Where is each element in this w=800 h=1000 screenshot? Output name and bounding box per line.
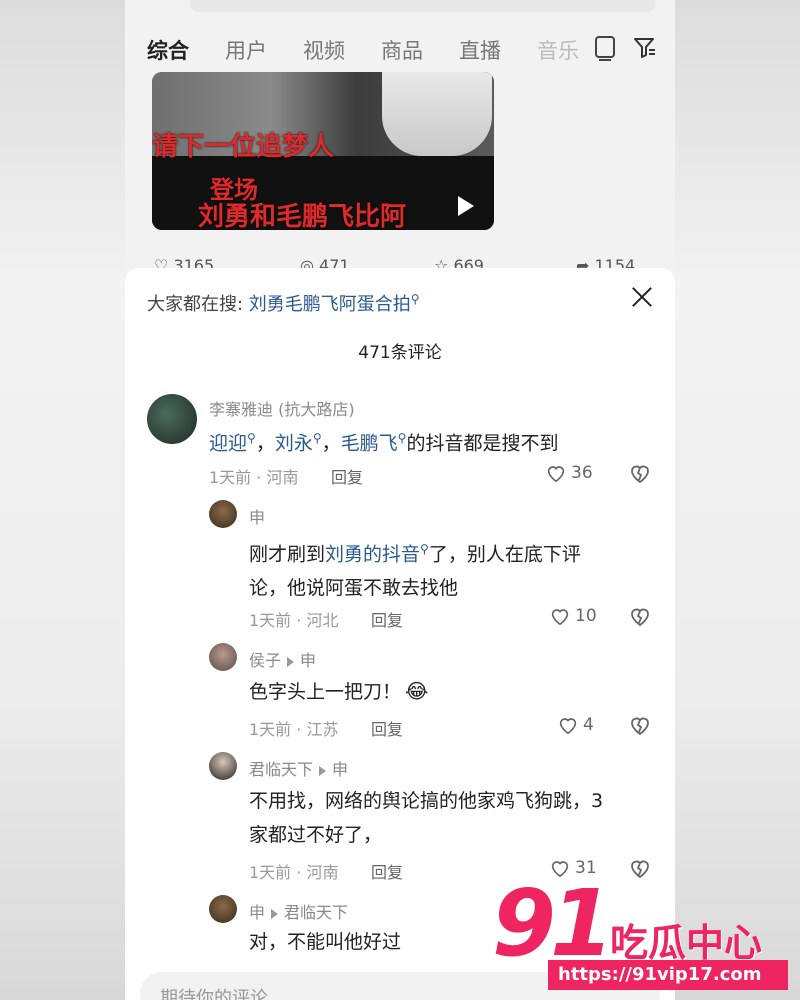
comment-text: 不用找，网络的舆论搞的他家鸡飞狗跳，3 家都过不好了， <box>249 790 604 846</box>
video-person <box>382 72 492 156</box>
mention-link[interactable]: 迎迎 <box>209 432 247 454</box>
watermark-title: 吃瓜中心 <box>610 921 763 965</box>
reply-arrow-icon <box>287 656 295 667</box>
laughing-emoji-icon: 😂 <box>405 679 429 703</box>
heart-icon <box>547 466 565 483</box>
comment-count: 471条评论 <box>358 343 442 363</box>
tab-users[interactable]: 用户 <box>225 35 267 65</box>
broken-heart-icon[interactable] <box>628 461 652 485</box>
comment-meta: 1天前 · 河南 <box>249 863 339 882</box>
comment-meta: 1天前 · 江苏 <box>249 720 339 739</box>
comment-text: 色字头上一把刀！ 😂 <box>249 679 429 703</box>
comment-input-placeholder: 期待你的评论 <box>160 988 268 1000</box>
play-icon <box>458 196 474 216</box>
trending-prefix: 大家都在搜: <box>147 294 249 315</box>
tab-comprehensive[interactable]: 综合 <box>147 35 189 77</box>
comment-text: 迎迎⚲，刘永⚲，毛鹏飞⚲的抖音都是搜不到 <box>209 431 559 455</box>
comment-username[interactable]: 申 <box>249 504 265 528</box>
mention-link[interactable]: 刘勇的抖音 <box>325 543 420 565</box>
avatar[interactable] <box>209 752 237 780</box>
like-button[interactable]: 4 <box>557 714 594 736</box>
search-bar[interactable] <box>190 0 655 12</box>
watermark-url: https://91vip17.com <box>548 960 788 990</box>
tab-live[interactable]: 直播 <box>459 35 501 65</box>
filter-icon[interactable] <box>633 36 657 60</box>
trending-link[interactable]: 刘勇毛鹏飞阿蛋合拍 <box>249 294 411 315</box>
comment-username[interactable]: 申君临天下 <box>249 899 348 923</box>
search-icon: ⚲ <box>410 292 420 306</box>
mention-link[interactable]: 毛鹏飞 <box>341 432 398 454</box>
reply-arrow-icon <box>319 765 327 776</box>
video-caption-line3: 刘勇和毛鹏飞比阿 <box>198 202 407 230</box>
like-button[interactable]: 10 <box>549 605 597 627</box>
tab-products[interactable]: 商品 <box>381 35 423 65</box>
heart-icon <box>551 609 569 626</box>
tab-videos[interactable]: 视频 <box>303 35 345 65</box>
video-caption-line1: 请下一位追梦人 <box>152 132 335 162</box>
reply-button[interactable]: 回复 <box>331 464 363 488</box>
comment-username[interactable]: 君临天下申 <box>249 756 348 780</box>
reply-arrow-icon <box>271 908 279 919</box>
video-thumbnail[interactable]: 请下一位追梦人 登场 刘勇和毛鹏飞比阿 <box>152 72 494 230</box>
like-count: 10 <box>575 606 597 626</box>
comment-meta: 1天前 · 河南 <box>209 468 299 487</box>
trending-search[interactable]: 大家都在搜: 刘勇毛鹏飞阿蛋合拍⚲ <box>147 290 420 316</box>
comment-username[interactable]: 侯子申 <box>249 647 316 671</box>
watermark-logo: 91 吃瓜中心 https://91vip17.com <box>492 878 800 1000</box>
comment-username[interactable]: 李寨雅迪 (抗大路店) <box>209 396 355 420</box>
like-count: 36 <box>571 463 593 483</box>
like-count: 4 <box>583 715 594 735</box>
avatar[interactable] <box>209 895 237 923</box>
avatar[interactable] <box>147 394 197 444</box>
search-tabs: 综合 用户 视频 商品 直播 音乐 <box>125 28 675 77</box>
like-button[interactable]: 36 <box>545 462 593 484</box>
reply-button[interactable]: 回复 <box>371 607 403 631</box>
search-icon: ⚲ <box>312 431 322 445</box>
watermark-number: 91 <box>492 870 614 977</box>
reply-button[interactable]: 回复 <box>371 859 403 883</box>
avatar[interactable] <box>209 500 237 528</box>
broken-heart-icon[interactable] <box>628 604 652 628</box>
mention-link[interactable]: 刘永 <box>275 432 313 454</box>
comment-text: 刚才刷到刘勇的抖音⚲了，别人在底下评 论，他说阿蛋不敢去找他 <box>249 542 581 600</box>
search-icon: ⚲ <box>247 431 256 445</box>
avatar[interactable] <box>209 643 237 671</box>
search-icon: ⚲ <box>420 542 429 556</box>
broken-heart-icon[interactable] <box>628 713 652 737</box>
broken-heart-icon[interactable] <box>628 856 652 880</box>
reply-button[interactable]: 回复 <box>371 716 403 740</box>
close-icon[interactable] <box>631 286 653 308</box>
layout-toggle-icon[interactable] <box>595 36 615 61</box>
tab-music[interactable]: 音乐 <box>537 35 579 65</box>
heart-icon <box>559 718 577 735</box>
comment-text: 对，不能叫他好过 <box>249 931 402 953</box>
comment-meta: 1天前 · 河北 <box>249 611 339 630</box>
